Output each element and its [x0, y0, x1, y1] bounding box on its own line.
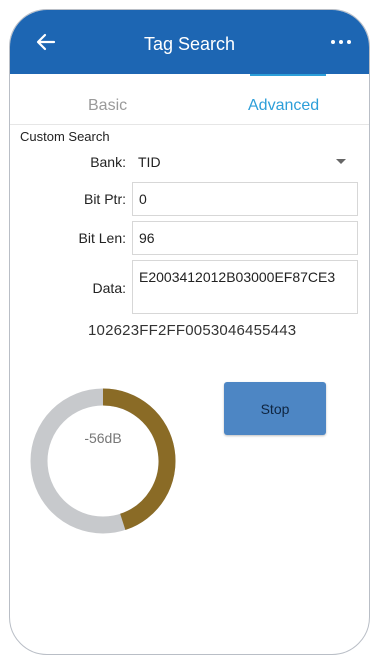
signal-strength-value: -56dB — [84, 430, 122, 446]
bit-ptr-input[interactable]: 0 — [132, 182, 358, 216]
tab-basic[interactable]: Basic — [88, 97, 127, 115]
tag-id-text: 102623FF2FF0053046455443 — [88, 322, 297, 339]
gauge-fill-arc — [102, 388, 176, 530]
phone-frame: Tag Search Basic Advanced Custom Search … — [9, 9, 370, 655]
stop-button[interactable]: Stop — [224, 382, 326, 435]
bit-len-input[interactable]: 96 — [132, 221, 358, 255]
active-tab-indicator — [250, 74, 326, 76]
chevron-down-icon — [336, 159, 346, 164]
signal-gauge — [30, 388, 176, 534]
tab-advanced[interactable]: Advanced — [248, 97, 319, 115]
custom-search-label: Custom Search — [20, 129, 110, 144]
more-button[interactable] — [329, 32, 353, 52]
tab-bar: Basic Advanced — [10, 74, 369, 125]
bank-label: Bank: — [90, 154, 126, 170]
more-horizontal-icon — [331, 40, 351, 44]
data-label: Data: — [92, 280, 126, 296]
app-bar: Tag Search — [10, 10, 369, 74]
bit-len-label: Bit Len: — [78, 230, 126, 246]
data-input[interactable]: E2003412012B03000EF87CE3 — [132, 260, 358, 314]
page-title: Tag Search — [143, 34, 236, 54]
bit-ptr-label: Bit Ptr: — [83, 191, 126, 207]
bank-selected-value: TID — [138, 154, 161, 170]
